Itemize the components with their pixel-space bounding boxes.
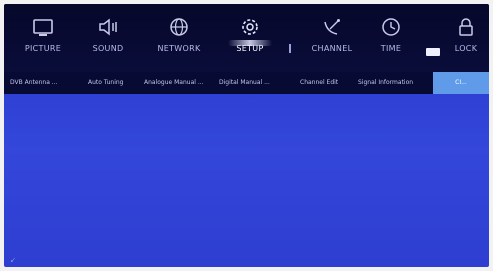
submenu-item-dvb-antenna[interactable]: DVB Antenna ... <box>10 72 58 94</box>
menu-label-time: TIME <box>380 44 402 53</box>
menu-divider <box>289 44 291 53</box>
menu-item-lock[interactable]: LOCK <box>431 8 489 72</box>
satellite-dish-icon <box>324 19 340 35</box>
menu-label-sound: SOUND <box>92 44 124 53</box>
submenu-item-channel-edit[interactable]: Channel Edit <box>300 72 338 94</box>
menu-label-lock: LOCK <box>454 44 478 53</box>
gear-icon <box>242 19 258 35</box>
tv-screen: PICTURE SOUND NETWORK SETUP CHANNEL TIME… <box>4 4 489 267</box>
focus-indicator <box>426 48 440 56</box>
submenu-item-signal-information[interactable]: Signal Information <box>358 72 413 94</box>
menu-item-sound[interactable]: SOUND <box>73 8 143 72</box>
menu-label-channel: CHANNEL <box>311 44 353 53</box>
submenu-item-digital-manual[interactable]: Digital Manual ... <box>219 72 270 94</box>
submenu-item-auto-tuning[interactable]: Auto Tuning <box>88 72 123 94</box>
submenu-item-ci[interactable]: CI... <box>433 72 489 94</box>
submenu-item-analogue-manual[interactable]: Analogue Manual ... <box>144 72 204 94</box>
menu-item-time[interactable]: TIME <box>356 8 426 72</box>
clock-icon <box>382 18 400 36</box>
globe-icon <box>170 18 188 36</box>
menu-label-network: NETWORK <box>157 44 201 53</box>
speaker-icon <box>99 18 117 36</box>
menu-label-picture: PICTURE <box>24 44 62 53</box>
menu-item-network[interactable]: NETWORK <box>144 8 214 72</box>
corner-indicator-icon: ↙ <box>10 256 16 264</box>
picture-icon <box>33 19 53 36</box>
lock-icon <box>459 18 473 36</box>
menu-item-picture[interactable]: PICTURE <box>8 8 78 72</box>
active-menu-highlight <box>228 40 272 46</box>
